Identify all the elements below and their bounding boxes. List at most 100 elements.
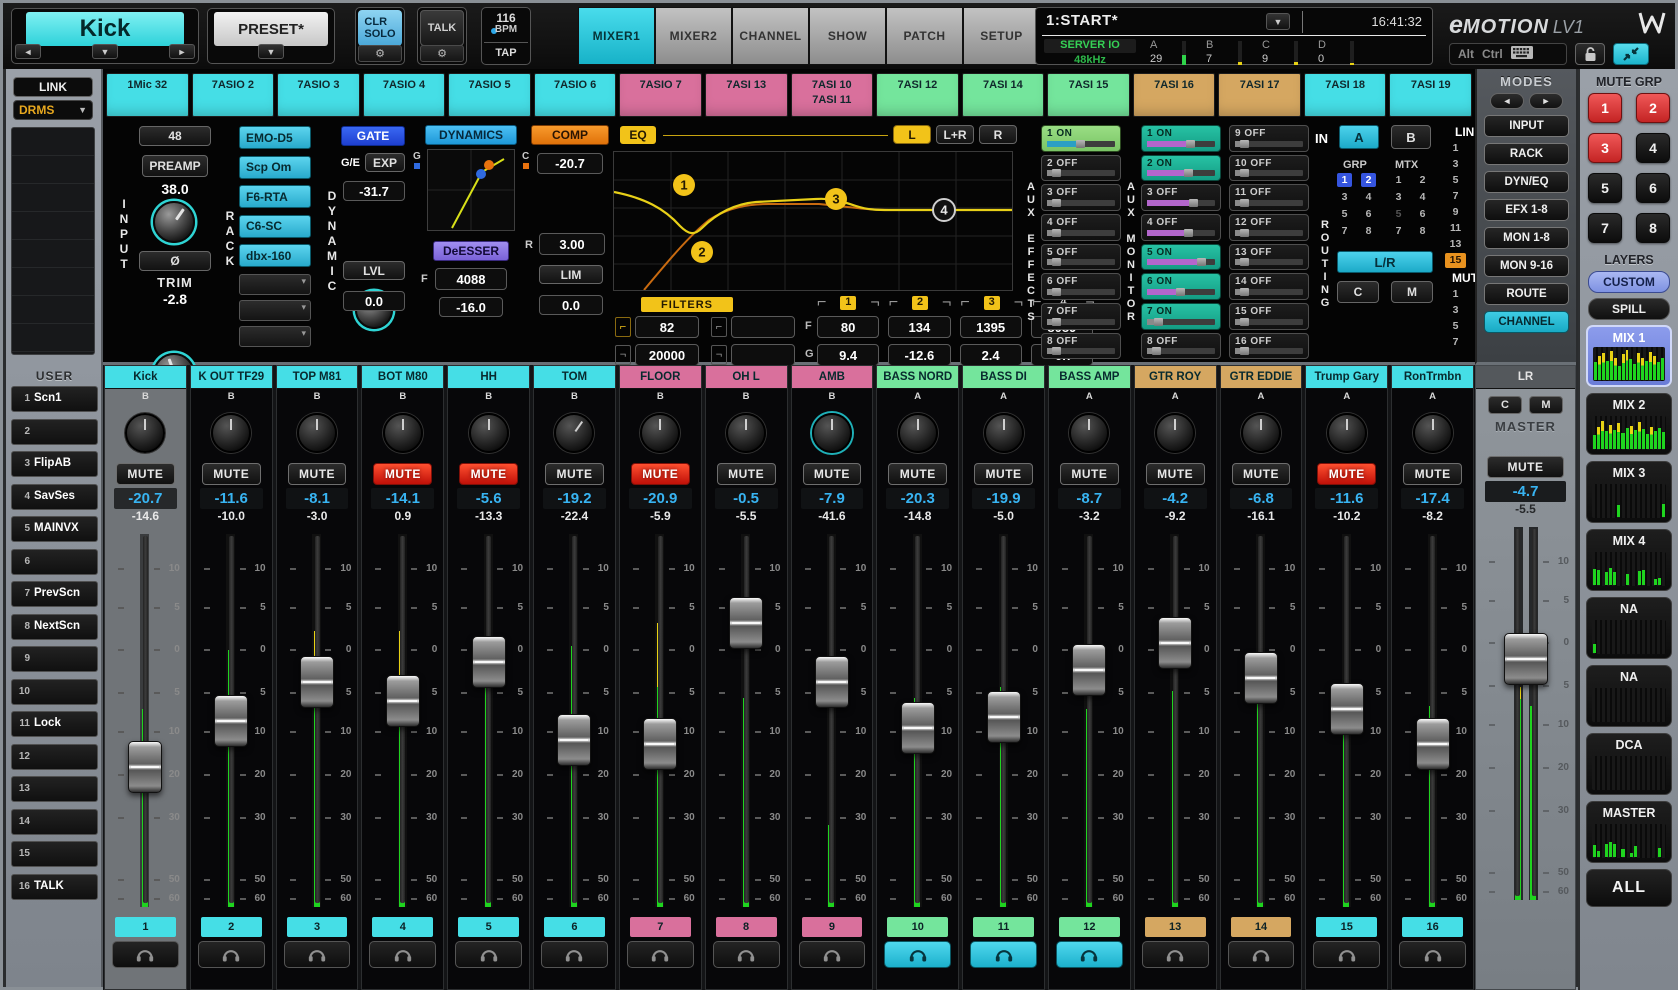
aux-send-14-off[interactable]: 14 OFF: [1229, 273, 1309, 300]
fader-track[interactable]: [486, 536, 491, 904]
fader-value[interactable]: -6.8: [1230, 488, 1293, 509]
fader[interactable]: 105051020305060: [1221, 526, 1302, 915]
grp-assign-3[interactable]: 3: [1337, 190, 1352, 204]
mute-button[interactable]: MUTE: [116, 463, 175, 485]
input-tile[interactable]: 7ASI 15: [1047, 73, 1130, 117]
fader-value[interactable]: -17.4: [1401, 488, 1464, 509]
aux-send-1-on[interactable]: 1 ON: [1141, 125, 1221, 152]
lpf2-icon[interactable]: ¬: [711, 345, 727, 365]
mute-button[interactable]: MUTE: [631, 463, 690, 485]
mtx-assign-1[interactable]: 1: [1391, 173, 1406, 187]
mtx-assign-2[interactable]: 2: [1415, 173, 1430, 187]
preset-name[interactable]: PRESET*: [214, 12, 328, 46]
preset-dropdown-button[interactable]: ▼: [258, 44, 284, 59]
fader-cap[interactable]: [901, 702, 935, 754]
mute-group-5[interactable]: 5: [1588, 173, 1622, 203]
gate-gain-value[interactable]: 0.0: [343, 291, 405, 311]
fader-value[interactable]: -14.1: [371, 488, 434, 509]
user-slot-6[interactable]: 6: [11, 549, 98, 575]
preamp-gain-knob[interactable]: [153, 201, 195, 243]
pan-knob[interactable]: [792, 403, 873, 463]
channel-name[interactable]: RonTrmbn: [1392, 366, 1473, 389]
pan-knob[interactable]: [1135, 403, 1216, 463]
grp-assign-8[interactable]: 8: [1361, 224, 1376, 238]
pan-knob[interactable]: [362, 403, 443, 463]
headphone-button[interactable]: [884, 941, 951, 968]
mute-group-3[interactable]: 3: [1588, 133, 1622, 163]
mode-efx-1-8[interactable]: EFX 1-8: [1484, 199, 1569, 221]
fader-value[interactable]: -19.2: [543, 488, 606, 509]
rack-plugin[interactable]: Scp Om: [239, 156, 311, 179]
tab-setup[interactable]: SETUP: [963, 7, 1040, 65]
fader-cap[interactable]: [1072, 644, 1106, 696]
channel-name[interactable]: BASS AMP: [1049, 366, 1130, 389]
lpf2-freq-value[interactable]: [731, 344, 795, 366]
channel-name[interactable]: FLOOR: [620, 366, 701, 389]
mute-button[interactable]: MUTE: [202, 463, 261, 485]
collapse-window-button[interactable]: [1613, 43, 1649, 65]
input-tile[interactable]: 7ASIO 6: [534, 73, 617, 117]
phase-button[interactable]: Ø: [139, 251, 211, 271]
mode-dyn-eq[interactable]: DYN/EQ: [1484, 171, 1569, 193]
headphone-button[interactable]: [369, 941, 436, 968]
master-fader-cap[interactable]: [1504, 633, 1548, 685]
headphone-button[interactable]: [1142, 941, 1209, 968]
aux-send-7-on[interactable]: 7 ON: [1141, 303, 1221, 330]
fader-cap[interactable]: [300, 656, 334, 708]
master-center-button[interactable]: C: [1488, 396, 1522, 414]
center-assign-button[interactable]: C: [1337, 281, 1379, 303]
fader-cap[interactable]: [987, 691, 1021, 743]
fader-cap[interactable]: [1158, 617, 1192, 669]
layer-master[interactable]: MASTER: [1586, 801, 1672, 863]
lpf-icon[interactable]: ¬: [615, 345, 631, 365]
eq-band-freq[interactable]: 80: [817, 316, 879, 338]
link-group-list[interactable]: [11, 127, 95, 355]
layer-custom-button[interactable]: CUSTOM: [1588, 271, 1670, 293]
fader[interactable]: 105051020305060: [1135, 526, 1216, 915]
routing-a-button[interactable]: A: [1339, 125, 1379, 149]
link-num-3[interactable]: 3: [1445, 157, 1466, 172]
gate-button[interactable]: GATE: [341, 126, 405, 146]
fader-value[interactable]: -20.3: [886, 488, 949, 509]
headphone-button[interactable]: [1399, 941, 1466, 968]
input-tile[interactable]: 7ASI 17: [1218, 73, 1301, 117]
input-tile[interactable]: 7ASI 16: [1133, 73, 1216, 117]
mtx-assign-5[interactable]: 5: [1391, 207, 1406, 221]
grp-assign-7[interactable]: 7: [1337, 224, 1352, 238]
mute-group-8[interactable]: 8: [1636, 213, 1670, 243]
channel-dropdown-button[interactable]: ▼: [92, 44, 118, 59]
input-tile[interactable]: 7ASIO 5: [448, 73, 531, 117]
fader[interactable]: 105051020305060: [191, 526, 272, 915]
mute-button[interactable]: MUTE: [1317, 463, 1376, 485]
user-slot-10[interactable]: 10: [11, 679, 98, 705]
mute-group-7[interactable]: 7: [1588, 213, 1622, 243]
eq-band-gain[interactable]: 2.4: [960, 344, 1022, 366]
link-num-11[interactable]: 11: [1445, 221, 1466, 236]
eq-band-header-3[interactable]: ⌐3¬: [960, 295, 1023, 310]
input-tile[interactable]: 7ASIO 7: [619, 73, 702, 117]
aux-send-5-off[interactable]: 5 OFF: [1041, 244, 1121, 271]
user-slot-5[interactable]: 5MAINVX: [11, 516, 98, 542]
aux-send-13-off[interactable]: 13 OFF: [1229, 244, 1309, 271]
talk-settings-gear-icon[interactable]: ⚙: [420, 45, 464, 62]
rack-empty-slot[interactable]: [239, 300, 311, 321]
talk-button[interactable]: TALK: [420, 10, 464, 46]
user-slot-9[interactable]: 9: [11, 646, 98, 672]
comp-threshold-value[interactable]: -20.7: [537, 153, 603, 174]
mtx-assign-4[interactable]: 4: [1415, 190, 1430, 204]
master-fader-track-left[interactable]: [1515, 529, 1520, 897]
fader-track[interactable]: [744, 536, 749, 904]
tab-patch[interactable]: PATCH: [886, 7, 963, 65]
mono-assign-button[interactable]: M: [1391, 281, 1433, 303]
mtx-assign-8[interactable]: 8: [1415, 224, 1430, 238]
preamp-button[interactable]: PREAMP: [142, 155, 208, 177]
aux-send-10-off[interactable]: 10 OFF: [1229, 155, 1309, 182]
dynamics-header-button[interactable]: DYNAMICS: [425, 125, 517, 145]
mute-num-7[interactable]: 7: [1445, 335, 1466, 350]
fader[interactable]: 105051020305060: [1306, 526, 1387, 915]
eq-mode-r[interactable]: R: [979, 125, 1017, 144]
eq-band-gain[interactable]: 9.4: [817, 344, 879, 366]
layer-na[interactable]: NA: [1586, 665, 1672, 727]
channel-name[interactable]: OH L: [706, 366, 787, 389]
solo-settings-gear-icon[interactable]: ⚙: [358, 45, 402, 62]
